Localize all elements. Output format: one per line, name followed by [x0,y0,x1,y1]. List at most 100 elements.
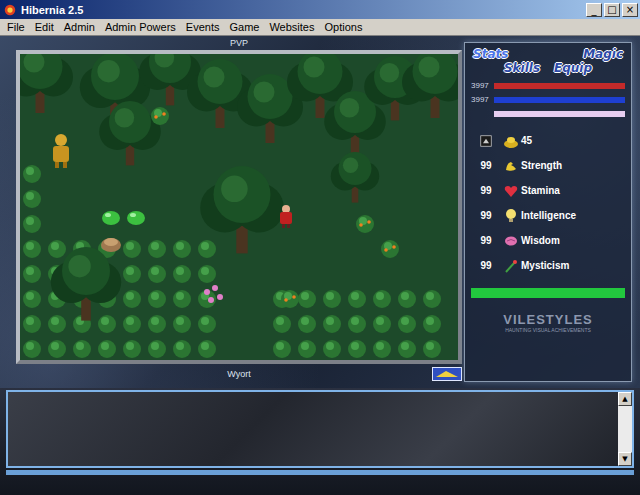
menu-item[interactable]: Websites [264,21,319,33]
bush [423,290,441,308]
progress-track [471,288,625,298]
bush [173,240,191,258]
bush [98,340,116,358]
menu-item[interactable]: Options [319,21,367,33]
slime-sprite[interactable] [127,211,145,225]
bush [348,340,366,358]
bush [298,340,316,358]
window-title: Hibernia 2.5 [21,4,582,16]
bush [123,290,141,308]
bush [173,290,191,308]
bush [23,240,41,258]
mysticism-wand-icon [503,258,519,274]
gold-pile-icon [503,133,519,149]
tree [20,54,73,113]
bush [148,315,166,333]
progress-fill [471,288,625,298]
bush [423,315,441,333]
bush [198,265,216,283]
vital-bars: 39973997 [471,81,625,118]
bush [23,290,41,308]
gold-row: 45 [471,128,625,153]
bush [298,315,316,333]
tab-row: Skills Equip [471,61,625,75]
knight-sprite[interactable] [53,134,69,168]
stat-label: Mysticism [521,260,625,271]
menu-item[interactable]: Admin Powers [100,21,181,33]
bush [23,165,41,183]
vital-bar [471,109,625,118]
watermark-subtitle: HAUNTING VISUAL ACHIEVEMENTS [471,327,625,333]
bush [373,315,391,333]
menu-item[interactable]: Events [181,21,225,33]
panel-tab[interactable]: Skills [502,61,542,75]
level-box-icon [480,135,492,147]
window-controls: _□× [586,3,638,17]
intelligence-bulb-icon [503,208,519,224]
bush [173,265,191,283]
menu-item[interactable]: Edit [30,21,59,33]
chat-scrollbar[interactable]: ▲▼ [618,392,632,466]
bush [323,315,341,333]
bush [148,265,166,283]
bar-fill [494,83,625,89]
window-control-button[interactable]: □ [604,3,620,17]
bush [398,340,416,358]
stat-list: 4599Strength99Stamina99Intelligence99Wis… [471,128,625,278]
bush [23,265,41,283]
tree [99,101,161,165]
tree [200,166,284,253]
bush [73,340,91,358]
stat-value: 99 [471,260,501,271]
name-row: Wyort [16,364,462,384]
bush [373,340,391,358]
menu-item[interactable]: File [2,21,30,33]
bush [423,340,441,358]
bush [98,315,116,333]
panel-tab[interactable]: Stats [471,47,510,61]
bush [123,340,141,358]
scroll-up-button[interactable]: ▲ [618,392,632,406]
player-sprite[interactable] [280,205,292,228]
stat-row: 99Wisdom [471,228,625,253]
window-control-button[interactable]: × [622,3,638,17]
minimap-toggle-icon[interactable] [432,367,462,381]
scroll-down-button[interactable]: ▼ [618,452,632,466]
panel-tab[interactable]: Magic [581,47,625,61]
game-map[interactable] [20,54,458,360]
slime-sprite[interactable] [102,211,120,225]
chat-section: ▲▼ [0,388,640,495]
bush [398,290,416,308]
bush [348,290,366,308]
game-area: PVPWyort Stats Magic Skills Equip 39973997 45 9… [0,36,640,388]
stat-label: Wisdom [521,235,625,246]
stat-label: Stamina [521,185,625,196]
bush [198,340,216,358]
bush [273,315,291,333]
panel-tab[interactable]: Equip [552,61,594,75]
bush [298,290,316,308]
bar-track [494,83,625,89]
bush [173,340,191,358]
scroll-track[interactable] [618,406,632,452]
map-column: PVPWyort [0,36,462,388]
window-control-button[interactable]: _ [586,3,602,17]
app-icon [3,3,17,17]
stat-value: 99 [471,210,501,221]
bush [173,315,191,333]
stat-value: 99 [471,185,501,196]
menu-item[interactable]: Game [224,21,264,33]
chat-input[interactable] [6,470,634,475]
bush [148,240,166,258]
bush [123,265,141,283]
gold-amount: 45 [521,135,625,146]
menu-bar: FileEditAdminAdmin PowersEventsGameWebsi… [0,19,640,36]
bar-reading: 3997 [471,95,491,104]
bush [198,315,216,333]
tab-row: Stats Magic [471,47,625,61]
bush [123,240,141,258]
bush [148,340,166,358]
bush [23,340,41,358]
menu-item[interactable]: Admin [59,21,100,33]
flowers [204,285,223,303]
